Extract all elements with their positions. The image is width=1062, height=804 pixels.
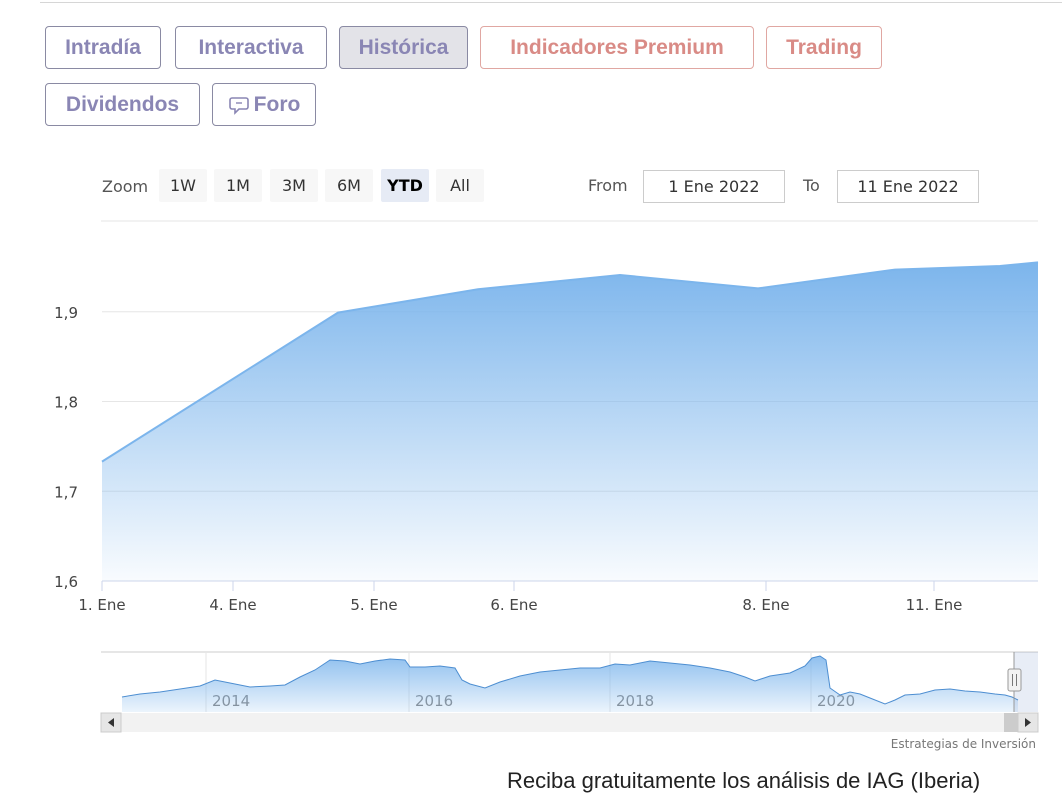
- chart-credit: Estrategias de Inversión: [891, 737, 1036, 751]
- x-tick-label: 5. Ene: [350, 596, 397, 614]
- x-tick-label: 6. Ene: [490, 596, 537, 614]
- x-tick-label: 1. Ene: [78, 596, 125, 614]
- series-area: [102, 262, 1038, 581]
- y-tick-label: 1,9: [54, 304, 78, 322]
- navigator[interactable]: 2014201620182020: [101, 651, 1038, 712]
- y-tick-label: 1,8: [54, 394, 78, 412]
- y-tick-label: 1,7: [54, 483, 78, 501]
- plot-area: [101, 261, 1039, 581]
- navigator-handle[interactable]: [1007, 668, 1022, 692]
- scroll-right-button[interactable]: [1017, 712, 1039, 733]
- x-tick-label: 11. Ene: [906, 596, 963, 614]
- scroll-left-button[interactable]: [100, 712, 122, 733]
- x-axis: 1. Ene 4. Ene 5. Ene 6. Ene 8. Ene 11. Ene: [78, 580, 1038, 614]
- scrollbar[interactable]: [100, 712, 1039, 733]
- price-chart: 1,6 1,7 1,8 1,9 1. Ene 4. Ene 5. Ene 6. Ene 8. …: [54, 220, 1039, 751]
- footer-cta[interactable]: Reciba gratuitamente los análisis de IAG…: [507, 768, 980, 794]
- x-tick-label: 8. Ene: [742, 596, 789, 614]
- x-tick-label: 4. Ene: [209, 596, 256, 614]
- y-axis: 1,6 1,7 1,8 1,9: [54, 304, 78, 591]
- y-tick-label: 1,6: [54, 573, 78, 591]
- scrollbar-track[interactable]: [101, 713, 1038, 732]
